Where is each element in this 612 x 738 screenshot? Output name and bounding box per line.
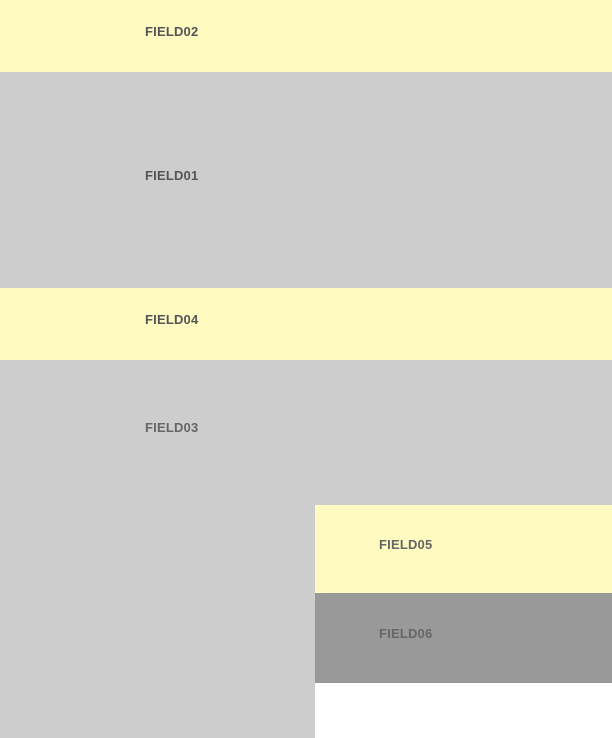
field03-region-lower — [0, 505, 315, 738]
field03-region: FIELD03 — [0, 360, 612, 505]
field03-label: FIELD03 — [145, 420, 199, 435]
layout-canvas: FIELD02 FIELD01 FIELD04 FIELD03 FIELD05 … — [0, 0, 612, 738]
field04-region: FIELD04 — [0, 288, 612, 360]
field05-region: FIELD05 — [315, 505, 612, 593]
field04-label: FIELD04 — [145, 312, 199, 327]
field01-region: FIELD01 — [0, 72, 612, 288]
field05-label: FIELD05 — [379, 537, 433, 552]
field02-region: FIELD02 — [0, 0, 612, 72]
field01-label: FIELD01 — [145, 168, 199, 183]
field06-label: FIELD06 — [379, 626, 433, 641]
field06-region: FIELD06 — [315, 593, 612, 683]
field02-label: FIELD02 — [145, 24, 199, 39]
